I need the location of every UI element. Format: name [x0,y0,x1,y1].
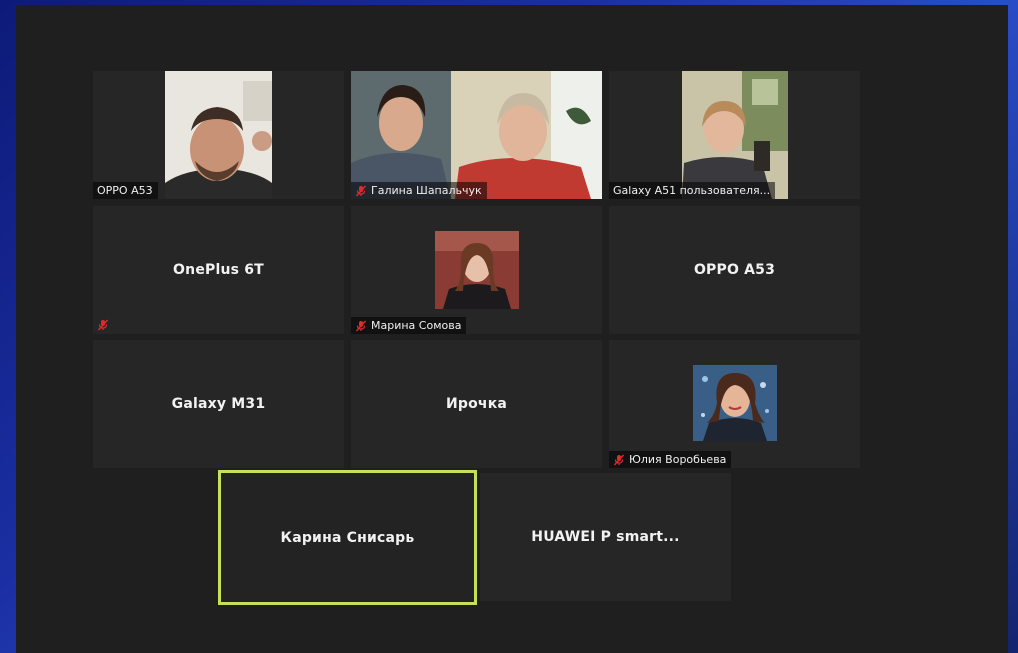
participant-name: HUAWEI P smart... [531,529,680,545]
participant-tile-karina-active-speaker[interactable]: Карина Снисарь [218,470,477,605]
microphone-muted-icon [613,454,625,465]
participant-tile-galina[interactable]: Галина Шапальчук [351,71,602,199]
profile-picture [435,231,519,309]
microphone-muted-icon [355,320,367,331]
participant-tile-oppo-a53-video[interactable]: OPPO A53 [93,71,344,199]
video-feed [682,71,788,199]
participant-tile-galaxy-m31[interactable]: Galaxy M31 [93,340,344,468]
participant-name-label: Марина Сомова [351,317,467,334]
participant-tile-galaxy-a51[interactable]: Galaxy A51 пользователя... [609,71,860,199]
participant-name-label: OPPO A53 [93,182,158,199]
participant-name: OnePlus 6T [173,262,264,278]
participant-name-label: Galaxy A51 пользователя... [609,182,776,199]
gallery-view: OPPO A53 Галина Шапальчук Galaxy A51 пол… [16,5,1008,653]
participant-name: Galaxy M31 [171,396,266,412]
participant-tile-marina[interactable]: Марина Сомова [351,206,602,334]
participant-name: OPPO A53 [693,262,776,278]
participant-tile-yulia[interactable]: Юлия Воробьева [609,340,860,468]
participant-tile-oppo-a53[interactable]: OPPO A53 [609,206,860,334]
participant-name: Карина Снисарь [280,529,415,546]
video-feed [351,71,602,199]
microphone-muted-icon [355,185,367,196]
participant-tile-huawei-p-smart[interactable]: HUAWEI P smart... [480,473,731,601]
video-feed [165,71,272,199]
participant-tile-irochka[interactable]: Ирочка [351,340,602,468]
participant-name-label: Галина Шапальчук [351,182,487,199]
participant-name: Ирочка [445,396,508,412]
participant-name-label: Юлия Воробьева [609,451,732,468]
participant-tile-oneplus-6t[interactable]: OnePlus 6T [93,206,344,334]
profile-picture [693,365,777,441]
microphone-muted-icon [97,319,109,331]
